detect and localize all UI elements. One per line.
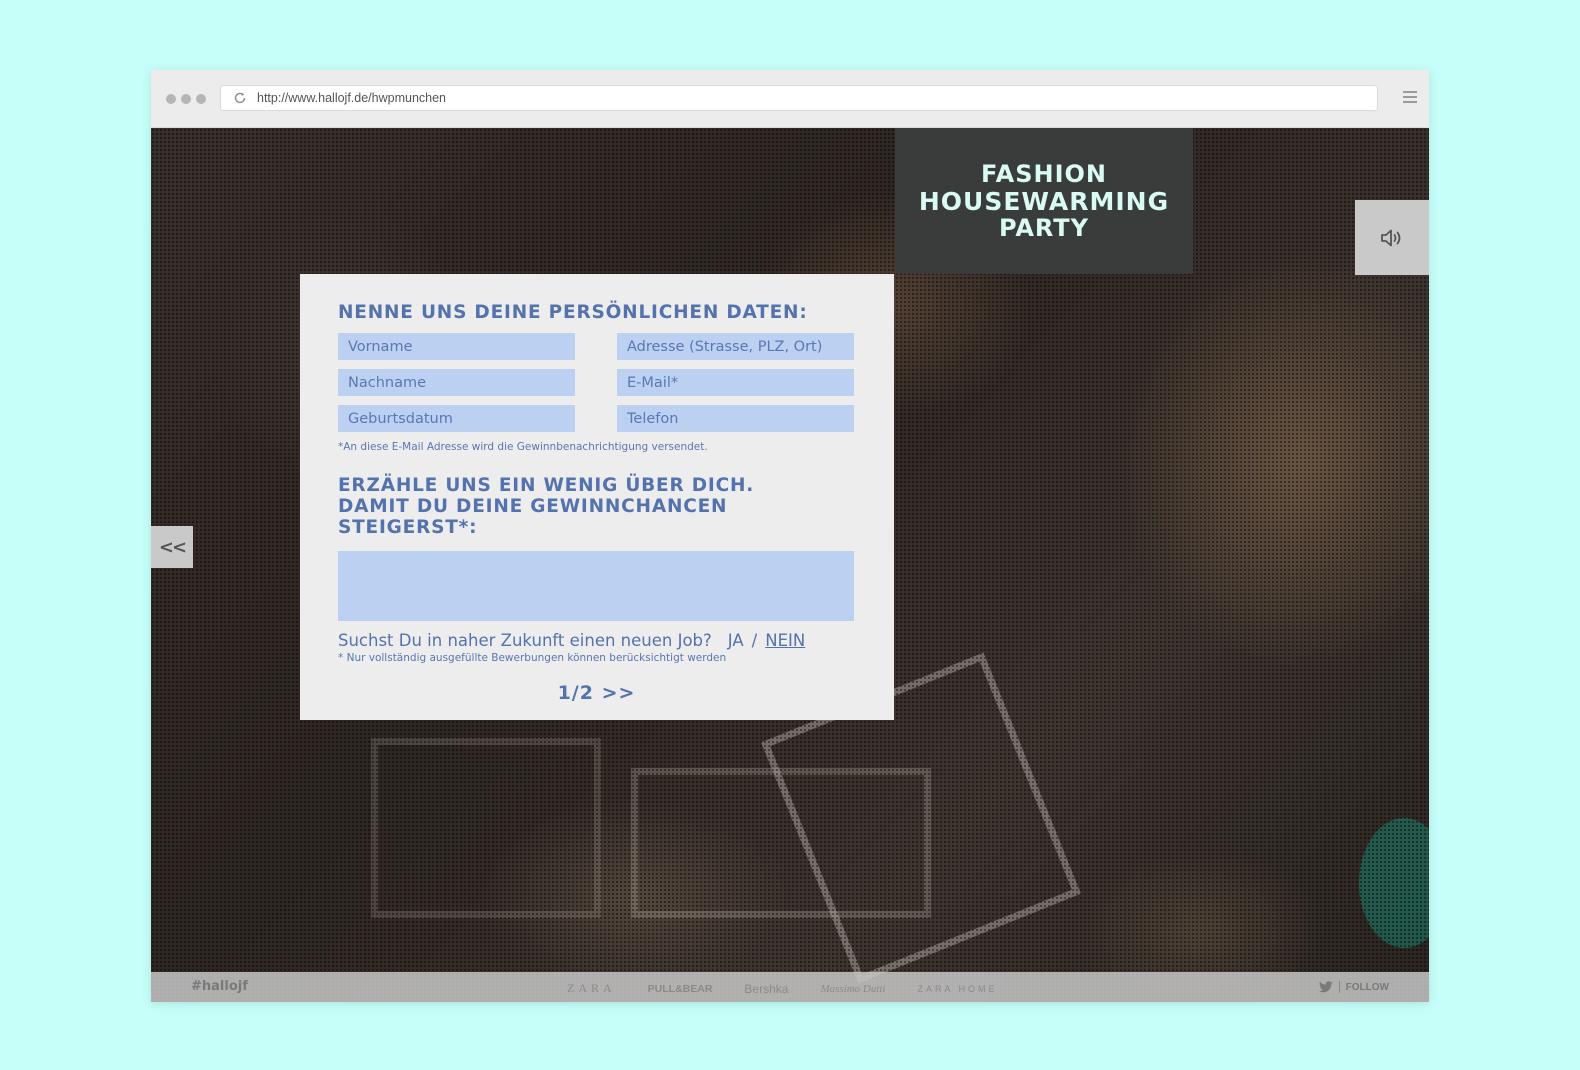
twitter-bird-icon (1318, 981, 1333, 993)
logo-line-3: PARTY (998, 213, 1090, 242)
back-button[interactable]: << (151, 526, 193, 568)
job-question-row: Suchst Du in naher Zukunft einen neuen J… (338, 631, 855, 650)
email-input[interactable] (617, 369, 854, 396)
follow-label[interactable]: FOLLOW (1346, 982, 1389, 993)
event-logo: FASHION HOUSEWARMING PARTY (895, 128, 1193, 274)
page-viewport: FASHION HOUSEWARMING PARTY << NENNE UNS … (151, 128, 1429, 1002)
background-photo-shape (631, 768, 931, 918)
speaker-icon (1381, 229, 1401, 246)
follow-divider (1338, 981, 1340, 993)
close-dot-icon[interactable] (166, 94, 176, 104)
logo-line-2: HOUSEWARMING (918, 186, 1170, 216)
sound-toggle-button[interactable] (1355, 200, 1429, 275)
personal-data-heading: NENNE UNS DEINE PERSÖNLICHEN DATEN: (338, 302, 808, 323)
twitter-follow-link[interactable]: FOLLOW (1318, 981, 1389, 993)
url-text[interactable]: http://www.hallojf.de/hwpmunchen (257, 91, 446, 105)
about-you-heading-line-1: ERZÄHLE UNS EIN WENIG ÜBER DICH. (338, 475, 755, 496)
hamburger-menu-icon[interactable] (1403, 91, 1417, 105)
job-option-separator: / (751, 631, 758, 650)
logo-line-1: FASHION (980, 159, 1107, 188)
email-note: *An diese E-Mail Adresse wird die Gewinn… (338, 441, 708, 453)
brand-list: ZARA PULL&BEAR Bershka Massimo Dutti ZAR… (567, 981, 998, 996)
application-form: NENNE UNS DEINE PERSÖNLICHEN DATEN: *An … (300, 274, 894, 720)
completion-note: * Nur vollständig ausgefüllte Bewerbunge… (338, 652, 727, 664)
browser-toolbar: http://www.hallojf.de/hwpmunchen (151, 70, 1429, 128)
about-you-heading: ERZÄHLE UNS EIN WENIG ÜBER DICH. DAMIT D… (338, 475, 855, 538)
job-no-option[interactable]: NEIN (765, 631, 805, 650)
address-bar[interactable]: http://www.hallojf.de/hwpmunchen (220, 85, 1378, 111)
brand-zara-logo[interactable]: ZARA (567, 981, 616, 996)
personal-fields-grid (338, 333, 855, 432)
pagination: 1/2 >> (338, 682, 855, 704)
hashtag-link[interactable]: #hallojf (191, 979, 248, 994)
about-you-textarea[interactable] (338, 551, 854, 621)
address-input[interactable] (617, 333, 854, 360)
phone-input[interactable] (617, 405, 854, 432)
reload-icon[interactable] (233, 91, 247, 105)
minimize-dot-icon[interactable] (181, 94, 191, 104)
brand-pullandbear-logo[interactable]: PULL&BEAR (648, 983, 713, 995)
footer-bar: #hallojf ZARA PULL&BEAR Bershka Massimo … (151, 972, 1429, 1002)
brand-massimo-dutti-logo[interactable]: Massimo Dutti (820, 983, 885, 995)
brand-bershka-logo[interactable]: Bershka (744, 982, 788, 996)
next-page-button[interactable]: >> (602, 682, 636, 704)
page-indicator: 1/2 (557, 682, 594, 704)
background-photo-shape (371, 738, 601, 918)
browser-window: http://www.hallojf.de/hwpmunchen FASHION… (151, 70, 1429, 1002)
job-yes-option[interactable]: JA (728, 631, 744, 650)
maximize-dot-icon[interactable] (196, 94, 206, 104)
birthdate-input[interactable] (338, 405, 575, 432)
first-name-input[interactable] (338, 333, 575, 360)
about-you-heading-line-2: DAMIT DU DEINE GEWINNCHANCEN STEIGERST*: (338, 496, 728, 538)
job-question-label: Suchst Du in naher Zukunft einen neuen J… (338, 631, 712, 650)
last-name-input[interactable] (338, 369, 575, 396)
background-photo-shape (1359, 818, 1429, 948)
brand-zara-home-logo[interactable]: ZARA HOME (918, 984, 998, 994)
window-controls[interactable] (166, 94, 206, 104)
